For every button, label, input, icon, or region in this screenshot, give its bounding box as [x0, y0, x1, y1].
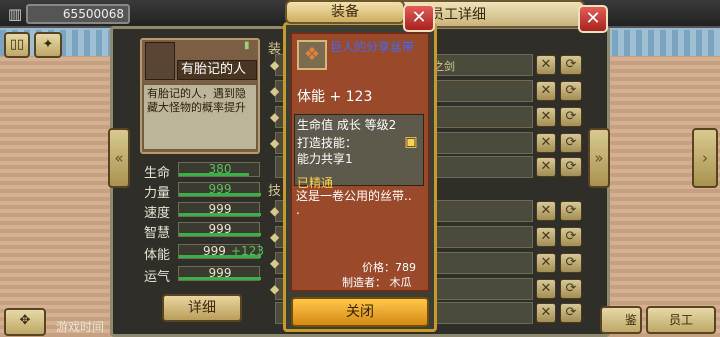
craft-skill-label: 打造技能：	[297, 136, 358, 150]
scene-wall-left	[0, 56, 110, 337]
equip-slot-icon: ◆	[270, 84, 280, 98]
unequip-x-icon[interactable]: ✕	[536, 107, 556, 127]
character-description: 有胎记的人，遇到隐藏大怪物的概率提升	[143, 84, 257, 150]
stat-bonus-stamina: +123	[231, 244, 264, 258]
money-display: 65500068	[26, 4, 130, 24]
bar-chart-icon[interactable]: ▥	[6, 5, 24, 23]
stat-bar-strength: 999	[178, 182, 261, 197]
stat-value-strength: 999	[208, 182, 232, 196]
scene-wall-right	[610, 56, 720, 337]
item-stat: 体能 + 123	[297, 89, 373, 105]
stat-bar-luck: 999	[178, 266, 261, 281]
swap-icon[interactable]: ⟳	[560, 55, 582, 75]
stat-value-speed: 999	[208, 202, 232, 216]
scroll-icon: ▣	[404, 134, 418, 150]
stat-bar-wisdom: 999	[178, 222, 261, 237]
tool-button[interactable]: ✦	[34, 32, 62, 58]
swap-icon[interactable]: ⟳	[560, 303, 582, 323]
next-employee-arrow[interactable]: ›	[692, 128, 718, 188]
equip-slot-icon: ◆	[270, 110, 280, 124]
character-portrait	[145, 42, 175, 80]
unequip-x-icon[interactable]: ✕	[536, 253, 556, 273]
ribbon-item-icon: ❖	[297, 40, 327, 70]
staff-button[interactable]: 员工	[646, 306, 716, 334]
move-arrows-button[interactable]: ✥	[4, 308, 46, 336]
appraise-button[interactable]: 鉴	[600, 306, 642, 334]
equip-slot-icon: ◆	[270, 136, 280, 150]
craft-skill-value: 能力共享1	[297, 152, 353, 166]
skill-slot-icon: ◆	[270, 256, 280, 270]
item-description-text: 这是一卷公用的丝带..	[296, 189, 412, 203]
item-description: 这是一卷公用的丝带.. .	[296, 189, 426, 217]
detail-button[interactable]: 详细	[162, 294, 242, 322]
swap-icon[interactable]: ⟳	[560, 81, 582, 101]
unequip-x-icon[interactable]: ✕	[536, 227, 556, 247]
gem-icon: ▮	[244, 40, 250, 51]
equipment-modal-close-icon[interactable]: ✕	[403, 4, 435, 32]
unequip-x-icon[interactable]: ✕	[536, 133, 556, 153]
stat-value-luck: 999	[208, 266, 232, 280]
item-name: 巨人的分享丝带	[330, 40, 415, 54]
game-time-label: 游戏时间	[56, 320, 105, 334]
unequip-x-icon[interactable]: ✕	[536, 279, 556, 299]
pause-menu-button[interactable]: ▯▯	[4, 32, 30, 58]
swap-icon[interactable]: ⟳	[560, 133, 582, 153]
equipment-modal-title: 装备	[285, 0, 405, 24]
skill-section-label: 技	[268, 184, 282, 199]
unequip-x-icon[interactable]: ✕	[536, 303, 556, 323]
prev-employee-arrow[interactable]: «	[108, 128, 130, 188]
employee-detail-close-button[interactable]: ✕	[578, 5, 608, 33]
employee-detail-title: 员工详细	[430, 7, 486, 23]
skill-slot-icon: ◆	[270, 204, 280, 218]
swap-icon[interactable]: ⟳	[560, 279, 582, 299]
unequip-x-icon[interactable]: ✕	[536, 55, 556, 75]
equip-slot-icon: ◆	[270, 58, 280, 72]
item-price: 价格：789	[362, 261, 416, 274]
swap-icon[interactable]: ⟳	[560, 107, 582, 127]
stat-bar-speed: 999	[178, 202, 261, 217]
item-tags: 生命值 成长 等级2	[297, 118, 397, 132]
skill-slot-icon: ◆	[270, 230, 280, 244]
item-maker: 制造者： 木瓜	[342, 276, 412, 289]
swap-icon[interactable]: ⟳	[560, 201, 582, 221]
unequip-x-icon[interactable]: ✕	[536, 157, 556, 177]
swap-icon[interactable]: ⟳	[560, 157, 582, 177]
close-button[interactable]: 关闭	[291, 297, 429, 327]
unequip-x-icon[interactable]: ✕	[536, 201, 556, 221]
stat-bar-hp: 380	[178, 162, 260, 177]
swap-icon[interactable]: ⟳	[560, 227, 582, 247]
next-page-arrow[interactable]: »	[588, 128, 610, 188]
swap-icon[interactable]: ⟳	[560, 253, 582, 273]
stat-value-wisdom: 999	[208, 222, 232, 236]
unequip-x-icon[interactable]: ✕	[536, 81, 556, 101]
item-description-end: .	[296, 203, 300, 217]
stat-bar-stamina: 999 +123	[178, 244, 264, 259]
stat-value-hp: 380	[208, 162, 232, 176]
skill-slot-icon: ◆	[270, 282, 280, 296]
character-name: 有胎记的人	[177, 60, 257, 80]
